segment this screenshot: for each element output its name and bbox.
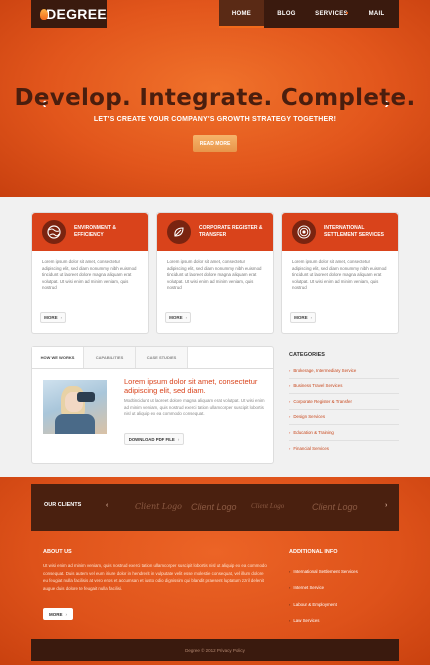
tab-capabilities[interactable]: CAPABILITIES bbox=[84, 347, 136, 368]
bullet-icon: › bbox=[289, 398, 291, 404]
category-item[interactable]: › Education & Training bbox=[289, 425, 399, 441]
bullet-icon: › bbox=[289, 601, 291, 607]
brand-name: DEGREE bbox=[46, 6, 107, 22]
main-nav: HOME BLOG SERVICES MAIL bbox=[219, 0, 399, 28]
info-title: ADDITIONAL INFO bbox=[289, 549, 338, 555]
globe-icon bbox=[42, 220, 66, 244]
category-item[interactable]: › Financial Services bbox=[289, 441, 399, 457]
dropdown-dot-icon bbox=[346, 12, 348, 14]
content-section: ENVIRONMENT & EFFICIENCY Lorem ipsum dolo… bbox=[0, 197, 430, 477]
category-item[interactable]: › Design Services bbox=[289, 410, 399, 425]
copyright-text[interactable]: Degree © 2012 Privacy Policy bbox=[185, 648, 245, 653]
nav-home[interactable]: HOME bbox=[219, 0, 264, 28]
client-logo[interactable]: Client Logo bbox=[191, 502, 237, 512]
logo[interactable]: DEGREE bbox=[31, 0, 107, 28]
arrow-right-icon: › bbox=[60, 315, 62, 320]
card-title: INTERNATIONAL SETTLEMENT SERVICES bbox=[324, 225, 384, 238]
info-item[interactable]: › Internet Service bbox=[289, 580, 399, 597]
feature-card: ENVIRONMENT & EFFICIENCY Lorem ipsum dolo… bbox=[31, 212, 149, 334]
card-title: ENVIRONMENT & EFFICIENCY bbox=[74, 225, 116, 238]
footer-section: OUR CLIENTS ‹ Client Logo Client Logo Cl… bbox=[0, 477, 430, 665]
feature-card: INTERNATIONAL SETTLEMENT SERVICES Lorem i… bbox=[281, 212, 399, 334]
bullet-icon: › bbox=[289, 429, 291, 435]
card-header: CORPORATE REGISTER & TRANSFER bbox=[157, 213, 273, 251]
read-more-button[interactable]: READ MORE bbox=[193, 135, 237, 152]
client-logo[interactable]: Client Logo bbox=[251, 502, 284, 510]
more-button[interactable]: MORE › bbox=[40, 312, 66, 323]
more-button[interactable]: MORE › bbox=[290, 312, 316, 323]
clients-bar: OUR CLIENTS ‹ Client Logo Client Logo Cl… bbox=[31, 484, 399, 531]
arrow-right-icon: › bbox=[310, 315, 312, 320]
card-text: Lorem ipsum dolor sit amet, consectetur … bbox=[42, 259, 137, 290]
nav-mail[interactable]: MAIL bbox=[354, 0, 399, 28]
client-logo[interactable]: Client Logo bbox=[135, 502, 182, 511]
bullet-icon: › bbox=[289, 618, 291, 624]
target-icon bbox=[292, 220, 316, 244]
hero-subtitle: LET'S CREATE YOUR COMPANY'S GROWTH STRAT… bbox=[93, 116, 337, 123]
nav-services[interactable]: SERVICES bbox=[309, 0, 354, 28]
info-item[interactable]: › Labour & Employment bbox=[289, 596, 399, 613]
download-pdf-button[interactable]: DOWNLOAD PDF FILE › bbox=[124, 433, 184, 445]
tab-bar: HOW WE WORKS CAPABILITIES CASE STUDIES bbox=[32, 347, 273, 369]
tabs-panel: HOW WE WORKS CAPABILITIES CASE STUDIES L… bbox=[31, 346, 274, 464]
bullet-icon: › bbox=[289, 414, 291, 420]
tab-headline: Lorem ipsum dolor sit amet, consectetur … bbox=[124, 377, 258, 395]
bullet-icon: › bbox=[289, 445, 291, 451]
bullet-icon: › bbox=[289, 383, 291, 389]
about-more-button[interactable]: MORE › bbox=[43, 608, 73, 620]
flame-icon bbox=[39, 8, 49, 21]
categories-list: › Brokerage, Intermediary Service › Busine… bbox=[289, 363, 399, 456]
more-button[interactable]: MORE › bbox=[165, 312, 191, 323]
bullet-icon: › bbox=[289, 585, 291, 591]
tab-how-we-works[interactable]: HOW WE WORKS bbox=[32, 347, 84, 368]
card-header: ENVIRONMENT & EFFICIENCY bbox=[32, 213, 148, 251]
card-text: Lorem ipsum dolor sit amet, consectetur … bbox=[167, 259, 262, 290]
copyright-bar: Degree © 2012 Privacy Policy bbox=[31, 639, 399, 661]
about-text: Ut wisi enim ad minim veniam, quis nostr… bbox=[43, 563, 267, 591]
category-item[interactable]: › Brokerage, Intermediary Service bbox=[289, 363, 399, 379]
hero-title: Develop. Integrate. Complete. bbox=[14, 85, 416, 111]
info-list: › International Settlement Services › Inte… bbox=[289, 563, 399, 629]
arrow-right-icon: › bbox=[65, 611, 68, 617]
tab-case-studies[interactable]: CASE STUDIES bbox=[136, 347, 188, 368]
card-header: INTERNATIONAL SETTLEMENT SERVICES bbox=[282, 213, 398, 251]
leaf-icon bbox=[167, 220, 191, 244]
card-title: CORPORATE REGISTER & TRANSFER bbox=[199, 225, 263, 238]
bullet-icon: › bbox=[289, 568, 291, 574]
chevron-right-icon[interactable]: › bbox=[385, 502, 387, 509]
hero-section: DEGREE HOME BLOG SERVICES MAIL ‹ › Devel… bbox=[0, 0, 430, 197]
arrow-right-icon: › bbox=[177, 436, 180, 442]
client-logo[interactable]: Client Logo bbox=[312, 502, 358, 512]
clients-title: OUR CLIENTS bbox=[44, 502, 82, 508]
arrow-right-icon: › bbox=[185, 315, 187, 320]
categories-title: CATEGORIES bbox=[289, 352, 325, 358]
info-item[interactable]: › Law Services bbox=[289, 613, 399, 630]
bullet-icon: › bbox=[289, 367, 291, 373]
category-item[interactable]: › Business Travel Services bbox=[289, 379, 399, 394]
info-item[interactable]: › International Settlement Services bbox=[289, 563, 399, 580]
chevron-left-icon[interactable]: ‹ bbox=[106, 502, 108, 509]
woman-binoculars-image bbox=[43, 380, 107, 434]
card-text: Lorem ipsum dolor sit amet, consectetur … bbox=[292, 259, 387, 290]
nav-blog[interactable]: BLOG bbox=[264, 0, 309, 28]
about-title: ABOUT US bbox=[43, 549, 72, 555]
feature-card: CORPORATE REGISTER & TRANSFER Lorem ipsum… bbox=[156, 212, 274, 334]
tab-text: Modtincidunt ut laoreet dolore magna ali… bbox=[124, 398, 265, 416]
category-item[interactable]: › Corporate Register & Transfer bbox=[289, 394, 399, 410]
